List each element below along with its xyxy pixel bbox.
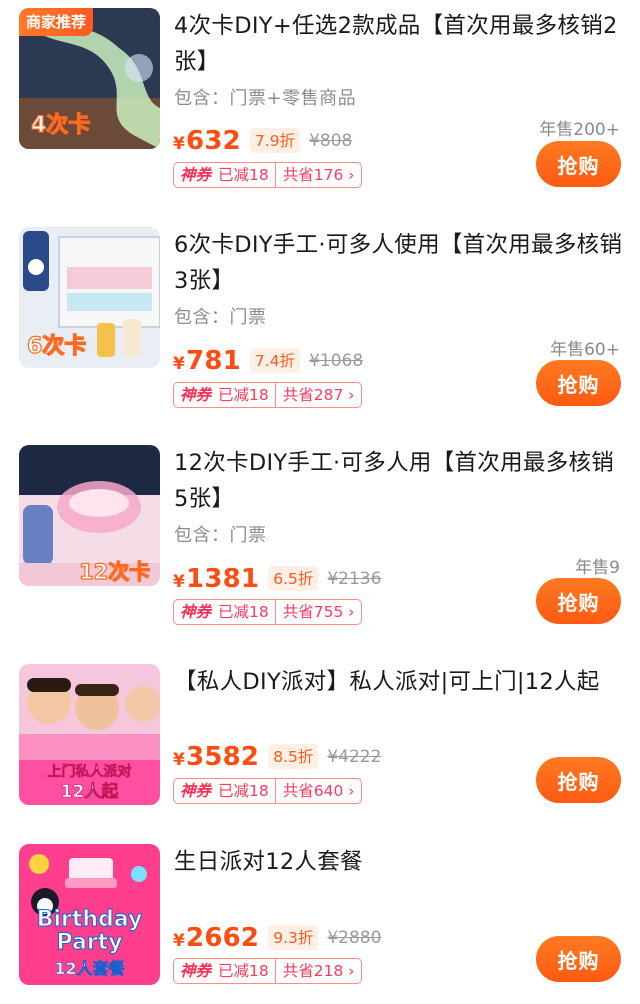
current-price: ¥3582 [173, 742, 259, 772]
currency-symbol: ¥ [173, 750, 186, 770]
coupon-reduced: 已减18 [218, 386, 269, 404]
product-card[interactable]: Birthday Party 12人套餐 生日派对12人套餐 ¥2662 9.3… [0, 836, 640, 1004]
product-thumbnail[interactable]: Birthday Party 12人套餐 [19, 844, 160, 985]
current-price: ¥1381 [173, 564, 259, 594]
total-savings[interactable]: 共省640 › [274, 779, 362, 803]
current-price: ¥2662 [173, 923, 259, 953]
original-price: ¥2880 [327, 928, 382, 948]
currency-symbol: ¥ [173, 354, 186, 374]
product-includes: 包含：门票 [174, 525, 267, 546]
coupon-left: 神券 已减18 [174, 600, 275, 624]
product-image: 6次卡 [19, 227, 160, 368]
thumb-caption: 12次卡 [79, 560, 150, 584]
discount-badge: 7.4折 [249, 348, 301, 373]
price-row: ¥2662 9.3折 ¥2880 [173, 923, 381, 953]
buy-button[interactable]: 抢购 [536, 578, 621, 624]
total-savings[interactable]: 共省218 › [274, 959, 362, 983]
price-row: ¥1381 6.5折 ¥2136 [173, 564, 381, 594]
product-title[interactable]: 4次卡DIY+任选2款成品【首次用最多核销2张】 [174, 8, 624, 80]
coupon-label: 神券 [180, 782, 212, 800]
thumb-caption-line1: 上门私人派对 [48, 763, 132, 780]
original-price: ¥1068 [309, 351, 364, 371]
coupon-label: 神券 [180, 603, 212, 621]
coupon-reduced: 已减18 [218, 603, 269, 621]
price-value: 2662 [186, 923, 260, 953]
product-includes: 包含：门票 [174, 307, 267, 328]
price-value: 3582 [186, 742, 260, 772]
current-price: ¥781 [173, 346, 241, 376]
currency-symbol: ¥ [173, 931, 186, 951]
coupon-label: 神券 [180, 962, 212, 980]
coupon-tag[interactable]: 神券 已减18 共省176 › [173, 162, 363, 188]
product-image: 上门私人派对 12人起 [19, 664, 160, 805]
product-title[interactable]: 6次卡DIY手工·可多人使用【首次用最多核销3张】 [174, 227, 624, 299]
coupon-left: 神券 已减18 [174, 163, 275, 187]
product-title[interactable]: 12次卡DIY手工·可多人用【首次用最多核销5张】 [174, 445, 624, 517]
buy-button[interactable]: 抢购 [536, 360, 621, 406]
merchant-recommend-badge: 商家推荐 [19, 8, 94, 36]
coupon-tag[interactable]: 神券 已减18 共省287 › [173, 382, 363, 408]
product-thumbnail[interactable]: 上门私人派对 12人起 [19, 664, 160, 805]
thumb-caption-line2: Party [56, 930, 122, 955]
discount-badge: 8.5折 [268, 744, 319, 769]
annual-sales: 年售200+ [539, 120, 620, 140]
annual-sales: 年售60+ [550, 340, 620, 360]
thumb-caption-line3: 12人套餐 [54, 959, 125, 978]
coupon-tag[interactable]: 神券 已减18 共省755 › [173, 599, 363, 625]
total-savings[interactable]: 共省755 › [274, 600, 362, 624]
product-card[interactable]: 上门私人派对 12人起 【私人DIY派对】私人派对|可上门|12人起 ¥3582… [0, 656, 640, 856]
product-card[interactable]: 12次卡 12次卡DIY手工·可多人用【首次用最多核销5张】 包含：门票 年售9… [0, 437, 640, 637]
product-image: Birthday Party 12人套餐 [19, 844, 160, 985]
total-savings[interactable]: 共省176 › [274, 163, 362, 187]
product-thumbnail[interactable]: 4次卡 商家推荐 [19, 8, 160, 149]
coupon-tag[interactable]: 神券 已减18 共省218 › [173, 958, 363, 984]
annual-sales: 年售9 [575, 558, 620, 578]
coupon-tag[interactable]: 神券 已减18 共省640 › [173, 778, 363, 804]
thumb-caption-line1: Birthday [37, 907, 143, 932]
coupon-label: 神券 [180, 386, 212, 404]
price-value: 1381 [186, 564, 260, 594]
coupon-left: 神券 已减18 [174, 959, 275, 983]
discount-badge: 9.3折 [268, 925, 319, 950]
discount-badge: 7.9折 [249, 128, 301, 153]
price-row: ¥781 7.4折 ¥1068 [173, 346, 363, 376]
coupon-reduced: 已减18 [218, 166, 269, 184]
product-title[interactable]: 【私人DIY派对】私人派对|可上门|12人起 [174, 664, 624, 700]
coupon-reduced: 已减18 [218, 962, 269, 980]
product-card[interactable]: 4次卡 商家推荐 4次卡DIY+任选2款成品【首次用最多核销2张】 包含：门票+… [0, 0, 640, 200]
product-card[interactable]: 6次卡 6次卡DIY手工·可多人使用【首次用最多核销3张】 包含：门票 年售60… [0, 219, 640, 419]
thumb-caption: 6次卡 [27, 333, 86, 359]
coupon-reduced: 已减18 [218, 782, 269, 800]
product-title[interactable]: 生日派对12人套餐 [174, 844, 624, 880]
coupon-left: 神券 已减18 [174, 383, 275, 407]
total-savings[interactable]: 共省287 › [274, 383, 362, 407]
product-image: 12次卡 [19, 445, 160, 586]
currency-symbol: ¥ [173, 134, 186, 154]
product-thumbnail[interactable]: 6次卡 [19, 227, 160, 368]
price-value: 632 [186, 126, 241, 156]
currency-symbol: ¥ [173, 572, 186, 592]
original-price: ¥4222 [327, 747, 382, 767]
thumb-caption: 4次卡 [31, 112, 90, 138]
discount-badge: 6.5折 [268, 566, 319, 591]
original-price: ¥2136 [327, 569, 382, 589]
current-price: ¥632 [173, 126, 241, 156]
buy-button[interactable]: 抢购 [536, 936, 621, 982]
coupon-label: 神券 [180, 166, 212, 184]
buy-button[interactable]: 抢购 [536, 141, 621, 187]
product-includes: 包含：门票+零售商品 [174, 88, 357, 109]
price-row: ¥632 7.9折 ¥808 [173, 126, 352, 156]
price-row: ¥3582 8.5折 ¥4222 [173, 742, 381, 772]
product-list: 4次卡 商家推荐 4次卡DIY+任选2款成品【首次用最多核销2张】 包含：门票+… [0, 0, 640, 1004]
original-price: ¥808 [309, 131, 353, 151]
price-value: 781 [186, 346, 241, 376]
coupon-left: 神券 已减18 [174, 779, 275, 803]
buy-button[interactable]: 抢购 [536, 757, 621, 803]
thumb-caption-line2: 12人起 [61, 781, 120, 802]
product-thumbnail[interactable]: 12次卡 [19, 445, 160, 586]
